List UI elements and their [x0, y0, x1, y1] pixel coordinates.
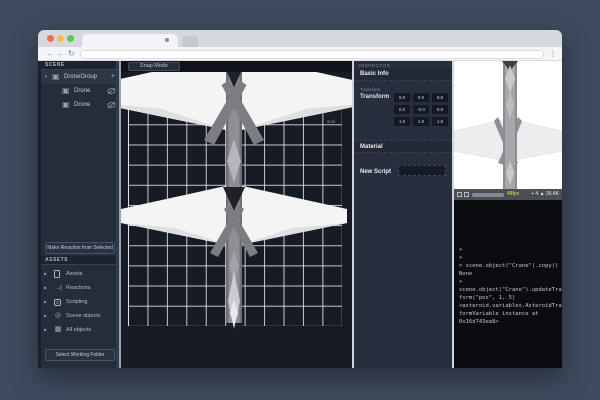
- new-script-button[interactable]: New Script: [360, 166, 391, 178]
- asset-item-all-objects[interactable]: ▶ ▦ All objects: [41, 323, 119, 337]
- grid-icon: ▦: [54, 326, 62, 334]
- browser-tab[interactable]: [82, 34, 178, 47]
- asset-item-label: Assets: [66, 267, 83, 281]
- browser-toolbar: ← → ↻ ⋮: [38, 47, 562, 61]
- inspector-panel: INSPECTOR Basic Info Transform Transform…: [354, 61, 452, 368]
- python-console[interactable]: > > > scene.object("Crane").copy() None …: [454, 200, 562, 368]
- tree-item-dronegroup[interactable]: ▼ ▣ DroneGroup +: [41, 70, 119, 84]
- chevron-right-icon[interactable]: ▶: [44, 295, 47, 309]
- make-reaction-button[interactable]: Make Reaction from Selected: [45, 242, 115, 254]
- camera-icon[interactable]: [457, 192, 462, 197]
- script-name-input[interactable]: [398, 165, 446, 176]
- new-tab-button[interactable]: [182, 36, 198, 47]
- console-line: None: [459, 270, 562, 278]
- add-child-button[interactable]: +: [111, 70, 115, 84]
- asset-item-assets[interactable]: ▶ Assets: [41, 267, 119, 281]
- tree-item-label: DroneGroup: [64, 70, 97, 84]
- camera-preview-viewport[interactable]: [454, 61, 562, 189]
- tree-item-label: Drone: [74, 98, 90, 112]
- console-line: >: [459, 278, 562, 286]
- chevron-right-icon[interactable]: ▶: [44, 323, 47, 337]
- console-line: >: [459, 246, 562, 254]
- snap-mode-button[interactable]: Snap Mode: [128, 62, 180, 71]
- tree-item-drone-1[interactable]: ▣ Drone: [41, 84, 119, 98]
- right-column: 48fps + 4 ▲ 36.4K > > > scene.object("Cr…: [454, 61, 562, 368]
- main-3d-viewport[interactable]: Snap Mode: [121, 61, 352, 368]
- chevron-right-icon[interactable]: ▶: [44, 267, 47, 281]
- tree-item-drone-2[interactable]: ▣ Drone: [41, 98, 119, 112]
- fps-counter: 48fps: [507, 189, 519, 200]
- maximize-window-button[interactable]: [67, 35, 74, 42]
- layers-icon[interactable]: [464, 192, 469, 197]
- close-window-button[interactable]: [47, 35, 54, 42]
- cube-icon: ▣: [62, 84, 70, 98]
- menu-icon[interactable]: ⋮: [549, 48, 557, 60]
- scale-x-field[interactable]: 1.0: [394, 117, 410, 126]
- viewport-top-bar: Snap Mode: [121, 61, 352, 72]
- asset-item-scripting[interactable]: ▶ s Scripting: [41, 295, 119, 309]
- asset-item-label: Scripting: [66, 295, 87, 309]
- tree-item-label: Drone: [74, 84, 90, 98]
- pos-x-field[interactable]: 0.0: [394, 93, 410, 102]
- asset-item-label: Reactions: [66, 281, 90, 295]
- rot-x-field[interactable]: 0.0: [394, 105, 410, 114]
- pos-z-field[interactable]: 0.0: [432, 93, 448, 102]
- scale-z-field[interactable]: 1.0: [432, 117, 448, 126]
- document-icon: [54, 270, 60, 278]
- cube-icon: ▣: [62, 98, 70, 112]
- browser-tab-strip: [38, 30, 562, 47]
- rot-y-field[interactable]: -0.0: [413, 105, 429, 114]
- rot-z-field[interactable]: 0.0: [432, 105, 448, 114]
- minimize-window-button[interactable]: [57, 35, 64, 42]
- asset-item-reactions[interactable]: ▶ →| Reactions: [41, 281, 119, 295]
- tab-favicon: [165, 38, 169, 42]
- console-line: > scene.object("Crane").copy(): [459, 262, 562, 270]
- visibility-eye-icon[interactable]: [107, 101, 116, 115]
- preview-toolbar: 48fps + 4 ▲ 36.4K: [454, 189, 562, 200]
- chevron-right-icon[interactable]: ▶: [44, 309, 47, 323]
- performance-meter: [472, 193, 504, 197]
- asset-item-label: All objects: [66, 323, 91, 337]
- url-bar[interactable]: [80, 50, 544, 59]
- transform-overline: Transform: [360, 87, 380, 92]
- console-line: 0x16d743ea8>: [459, 318, 562, 326]
- forward-icon[interactable]: →: [56, 48, 64, 60]
- asset-item-scene-objects[interactable]: ▶ ◎ Scene objects: [41, 309, 119, 323]
- material-header[interactable]: Material: [354, 140, 452, 153]
- reload-icon[interactable]: ↻: [68, 48, 75, 60]
- console-line: form("pos", 1, 5): [459, 294, 562, 302]
- target-circle-icon: ◎: [54, 312, 62, 320]
- console-line: scene.object("Crane").updateTrans: [459, 286, 562, 294]
- drone-model-preview: [454, 61, 562, 189]
- scene-sidebar: SCENE ▼ ▣ DroneGroup + ▣ Drone ▣ Drone: [38, 61, 119, 368]
- select-working-folder-button[interactable]: Select Working Folder: [45, 349, 115, 361]
- scale-y-field[interactable]: 1.0: [413, 117, 429, 126]
- assets-panel-header: ASSETS: [41, 256, 119, 265]
- chevron-down-icon[interactable]: ▼: [44, 70, 48, 84]
- asset-item-label: Scene objects: [66, 309, 101, 323]
- chevron-right-icon[interactable]: ▶: [44, 281, 47, 295]
- script-icon: s: [54, 299, 61, 306]
- transform-header: Transform: [360, 94, 389, 100]
- reaction-arrow-icon: →|: [54, 284, 62, 292]
- pos-y-field[interactable]: 0.0: [413, 93, 429, 102]
- editor-content: SCENE ▼ ▣ DroneGroup + ▣ Drone ▣ Drone: [38, 61, 562, 368]
- back-icon[interactable]: ←: [46, 48, 54, 60]
- drone-model-top-view[interactable]: [121, 61, 352, 368]
- poly-count-stats: + 4 ▲ 36.4K: [531, 189, 559, 200]
- console-line: formVariable instance at: [459, 310, 562, 318]
- console-line: <asteroid.variables.AsteroidTrans: [459, 302, 562, 310]
- scene-panel-header: SCENE: [41, 61, 119, 70]
- cube-icon: ▣: [52, 70, 60, 84]
- basic-info-header[interactable]: Basic Info: [354, 68, 452, 81]
- console-line: >: [459, 254, 562, 262]
- browser-window: ← → ↻ ⋮ SCENE ▼ ▣ DroneGroup + ▣ Drone: [38, 30, 562, 368]
